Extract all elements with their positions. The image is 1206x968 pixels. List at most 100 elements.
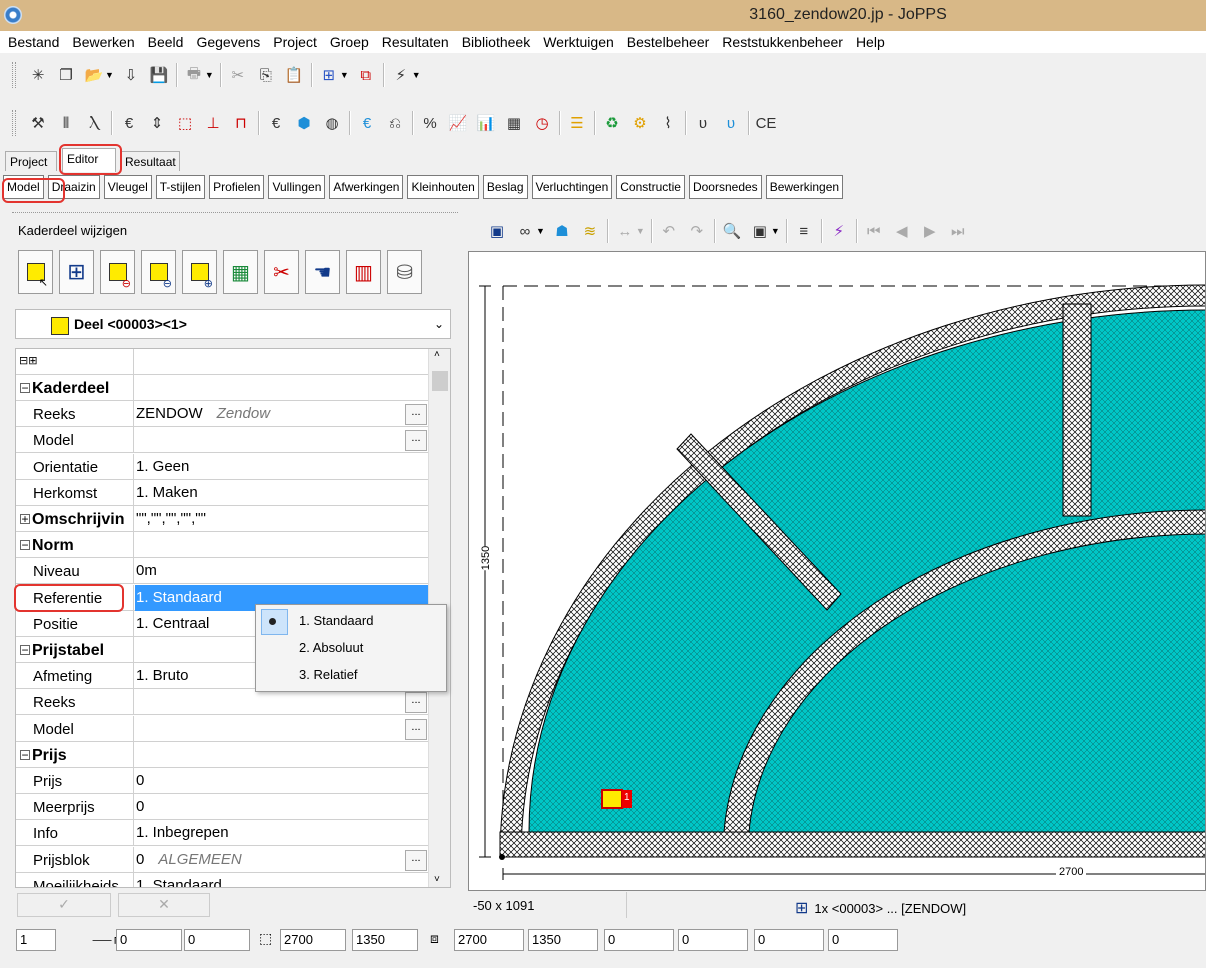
ellipsis-button[interactable]: ... bbox=[405, 849, 427, 871]
list-icon[interactable]: ☰ bbox=[566, 112, 588, 134]
tab-resultaat[interactable]: Resultaat bbox=[120, 151, 180, 171]
property-value[interactable]: "","","","","" bbox=[135, 506, 429, 532]
new-icon[interactable]: ✳ bbox=[27, 64, 49, 86]
category-row[interactable]: − Norm bbox=[16, 532, 429, 559]
measure-icon[interactable]: ↔ bbox=[614, 220, 636, 242]
percent-icon[interactable]: % bbox=[419, 112, 441, 134]
width-field[interactable]: 2700 bbox=[280, 929, 346, 951]
cylinder-icon[interactable]: ◍ bbox=[321, 112, 343, 134]
property-row[interactable]: Meerprijs 0 bbox=[16, 794, 429, 821]
collapse-icon[interactable]: − bbox=[20, 539, 30, 551]
price-hardware-icon[interactable]: € bbox=[265, 112, 287, 134]
property-row[interactable]: Moeilijkheids 1. Standaard bbox=[16, 872, 429, 887]
subtab-t-stijlen[interactable]: T-stijlen bbox=[155, 175, 206, 199]
menu-project[interactable]: Project bbox=[268, 34, 325, 50]
property-value[interactable] bbox=[135, 375, 429, 401]
subtab-vleugel[interactable]: Vleugel bbox=[103, 175, 152, 199]
windows-icon[interactable]: ⧉ bbox=[355, 64, 377, 86]
expand-icon[interactable]: + bbox=[20, 513, 30, 525]
align-icon[interactable]: ≡ bbox=[793, 220, 815, 242]
menu-bestelbeheer[interactable]: Bestelbeheer bbox=[622, 34, 718, 50]
chevron-down-icon[interactable]: ▼ bbox=[771, 226, 780, 236]
redo-icon[interactable]: ↷ bbox=[686, 220, 708, 242]
ce-icon[interactable]: CE bbox=[755, 112, 777, 134]
part-select[interactable]: Deel <00003><1> ⌄ bbox=[15, 309, 451, 339]
paste-icon[interactable]: 📋 bbox=[283, 64, 305, 86]
subtab-beslag[interactable]: Beslag bbox=[482, 175, 528, 199]
save-icon[interactable]: 💾 bbox=[148, 64, 170, 86]
scroll-up-icon[interactable]: ˄ bbox=[434, 349, 440, 360]
property-row[interactable]: Prijs 0 bbox=[16, 768, 429, 794]
property-value[interactable]: 0m bbox=[135, 558, 429, 584]
property-value[interactable]: ... bbox=[135, 716, 429, 742]
property-row[interactable]: Reeks... bbox=[16, 689, 429, 716]
property-row[interactable]: Info 1. Inbegrepen bbox=[16, 820, 429, 847]
property-row[interactable]: Niveau 0m bbox=[16, 558, 429, 585]
layers-icon[interactable]: ≋ bbox=[579, 220, 601, 242]
property-value[interactable]: 1. Geen bbox=[135, 454, 429, 480]
tab-editor[interactable]: Editor bbox=[62, 148, 116, 172]
collapse-icon[interactable]: − bbox=[20, 382, 30, 394]
chevron-down-icon[interactable]: ▼ bbox=[412, 70, 421, 80]
table-price-icon[interactable]: ▦ bbox=[503, 112, 525, 134]
property-value[interactable]: 0 bbox=[135, 794, 429, 820]
property-row[interactable]: Herkomst 1. Maken bbox=[16, 479, 429, 506]
toolbar-grip[interactable] bbox=[12, 110, 16, 136]
cut-icon[interactable]: ✂ bbox=[227, 64, 249, 86]
spring-icon[interactable]: ⌇ bbox=[657, 112, 679, 134]
flash-edit-icon[interactable]: ⚡ bbox=[828, 220, 850, 242]
menu-gegevens[interactable]: Gegevens bbox=[191, 34, 268, 50]
apply-button[interactable]: ✓ bbox=[17, 893, 111, 917]
property-value[interactable] bbox=[135, 532, 429, 558]
price-glass-icon[interactable]: € bbox=[356, 112, 378, 134]
prev-icon[interactable]: ◀ bbox=[891, 220, 913, 242]
copy-icon[interactable]: ⎘ bbox=[255, 64, 277, 86]
chevron-down-icon[interactable]: ▼ bbox=[636, 226, 645, 236]
property-value[interactable]: ... bbox=[135, 689, 429, 715]
chart-line-icon[interactable]: 📈 bbox=[447, 112, 469, 134]
cylinder-info-tool[interactable]: ⛁ bbox=[387, 250, 422, 294]
property-value[interactable] bbox=[135, 742, 429, 768]
scrollbar-thumb[interactable] bbox=[432, 371, 448, 391]
property-value[interactable]: 1. Standaard bbox=[135, 873, 429, 887]
profile-measure-icon[interactable]: ⇕ bbox=[146, 112, 168, 134]
property-value[interactable]: 0 ALGEMEEN... bbox=[135, 847, 429, 873]
tab-project[interactable]: Project bbox=[5, 151, 57, 171]
menu-help[interactable]: Help bbox=[851, 34, 893, 50]
anchor-icon[interactable]: ⊥ bbox=[202, 112, 224, 134]
property-row[interactable]: Prijsblok 0 ALGEMEEN... bbox=[16, 846, 429, 873]
menu-reststukkenbeheer[interactable]: Reststukkenbeheer bbox=[717, 34, 851, 50]
index-field[interactable]: 1 bbox=[16, 929, 56, 951]
chevron-down-icon[interactable]: ▼ bbox=[536, 226, 545, 236]
person-icon[interactable]: ☗ bbox=[551, 220, 573, 242]
property-value[interactable]: ZENDOW Zendow... bbox=[135, 401, 429, 427]
cut-part-tool[interactable]: ✂ bbox=[264, 250, 299, 294]
lightning-icon[interactable]: ⚡ bbox=[390, 64, 412, 86]
subtab-doorsnedes[interactable]: Doorsnedes bbox=[688, 175, 762, 199]
chevron-down-icon[interactable]: ▼ bbox=[105, 70, 114, 80]
open-folder-icon[interactable]: 📂 bbox=[83, 64, 105, 86]
import-icon[interactable]: ⇩ bbox=[120, 64, 142, 86]
category-row[interactable]: − Kaderdeel bbox=[16, 375, 429, 401]
option-relatief[interactable]: 3. Relatief bbox=[256, 661, 446, 688]
gear-icon[interactable]: ⚙ bbox=[629, 112, 651, 134]
property-value[interactable]: 1. Inbegrepen bbox=[135, 820, 429, 846]
l-profile-icon[interactable]: Ⲗ bbox=[83, 112, 105, 134]
chart-bar-icon[interactable]: 📊 bbox=[475, 112, 497, 134]
expand-collapse-icons[interactable]: ⊟⊞ bbox=[16, 349, 134, 375]
profile-stack-icon[interactable]: ⫴ bbox=[55, 112, 77, 134]
field-d[interactable]: 0 bbox=[678, 929, 748, 951]
glasses-icon[interactable]: ∞ bbox=[514, 220, 536, 242]
ellipsis-button[interactable]: ... bbox=[405, 404, 427, 426]
subtab-vullingen[interactable]: Vullingen bbox=[268, 175, 326, 199]
copy-document-icon[interactable]: ❐ bbox=[55, 64, 77, 86]
property-row[interactable]: Model... bbox=[16, 427, 429, 454]
part-minus-tool[interactable]: ⊖ bbox=[141, 250, 176, 294]
collapse-icon[interactable]: − bbox=[20, 644, 30, 656]
subtab-bewerkingen[interactable]: Bewerkingen bbox=[765, 175, 844, 199]
select-part-tool[interactable]: ↖ bbox=[18, 250, 53, 294]
menu-groep[interactable]: Groep bbox=[325, 34, 377, 50]
subtab-model[interactable]: Model bbox=[3, 175, 44, 199]
scroll-down-icon[interactable]: ˅ bbox=[434, 874, 440, 885]
price-profile-icon[interactable]: € bbox=[118, 112, 140, 134]
